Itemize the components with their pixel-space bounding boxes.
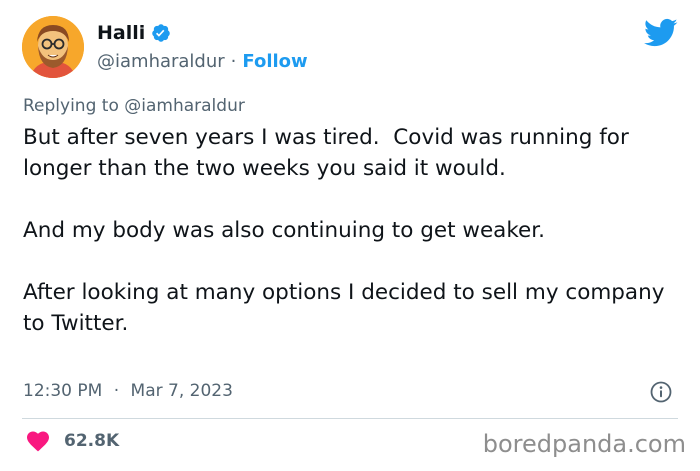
tweet-card: Halli @iamharaldur · Follow Replying to … — [0, 0, 700, 471]
display-name[interactable]: Halli — [97, 22, 145, 44]
heart-icon[interactable] — [26, 430, 50, 452]
watermark: boredpanda.com — [482, 430, 686, 458]
verified-badge-icon — [151, 23, 171, 43]
author-handle[interactable]: @iamharaldur — [97, 51, 225, 72]
replying-to: Replying to @iamharaldur — [23, 96, 245, 116]
tweet-date[interactable]: Mar 7, 2023 — [131, 381, 233, 401]
tweet-text: But after seven years I was tired. Covid… — [23, 125, 665, 336]
tweet-time[interactable]: 12:30 PM — [23, 381, 102, 401]
like-count: 62.8K — [64, 431, 120, 451]
replying-prefix: Replying to — [23, 96, 125, 116]
handle-row: @iamharaldur · Follow — [97, 51, 308, 72]
replying-handle[interactable]: @iamharaldur — [124, 96, 245, 116]
avatar[interactable] — [22, 16, 84, 78]
divider — [22, 418, 678, 419]
twitter-bird-icon[interactable] — [644, 18, 678, 48]
like-action[interactable]: 62.8K — [26, 430, 119, 452]
timestamp-separator: · — [113, 381, 120, 401]
follow-button[interactable]: Follow — [242, 51, 307, 72]
cartoon-avatar-icon — [22, 16, 84, 78]
author-name-row: Halli — [97, 22, 171, 44]
info-icon[interactable] — [650, 381, 672, 403]
timestamp-row[interactable]: 12:30 PM · Mar 7, 2023 — [23, 381, 233, 401]
separator-dot: · — [230, 51, 237, 72]
